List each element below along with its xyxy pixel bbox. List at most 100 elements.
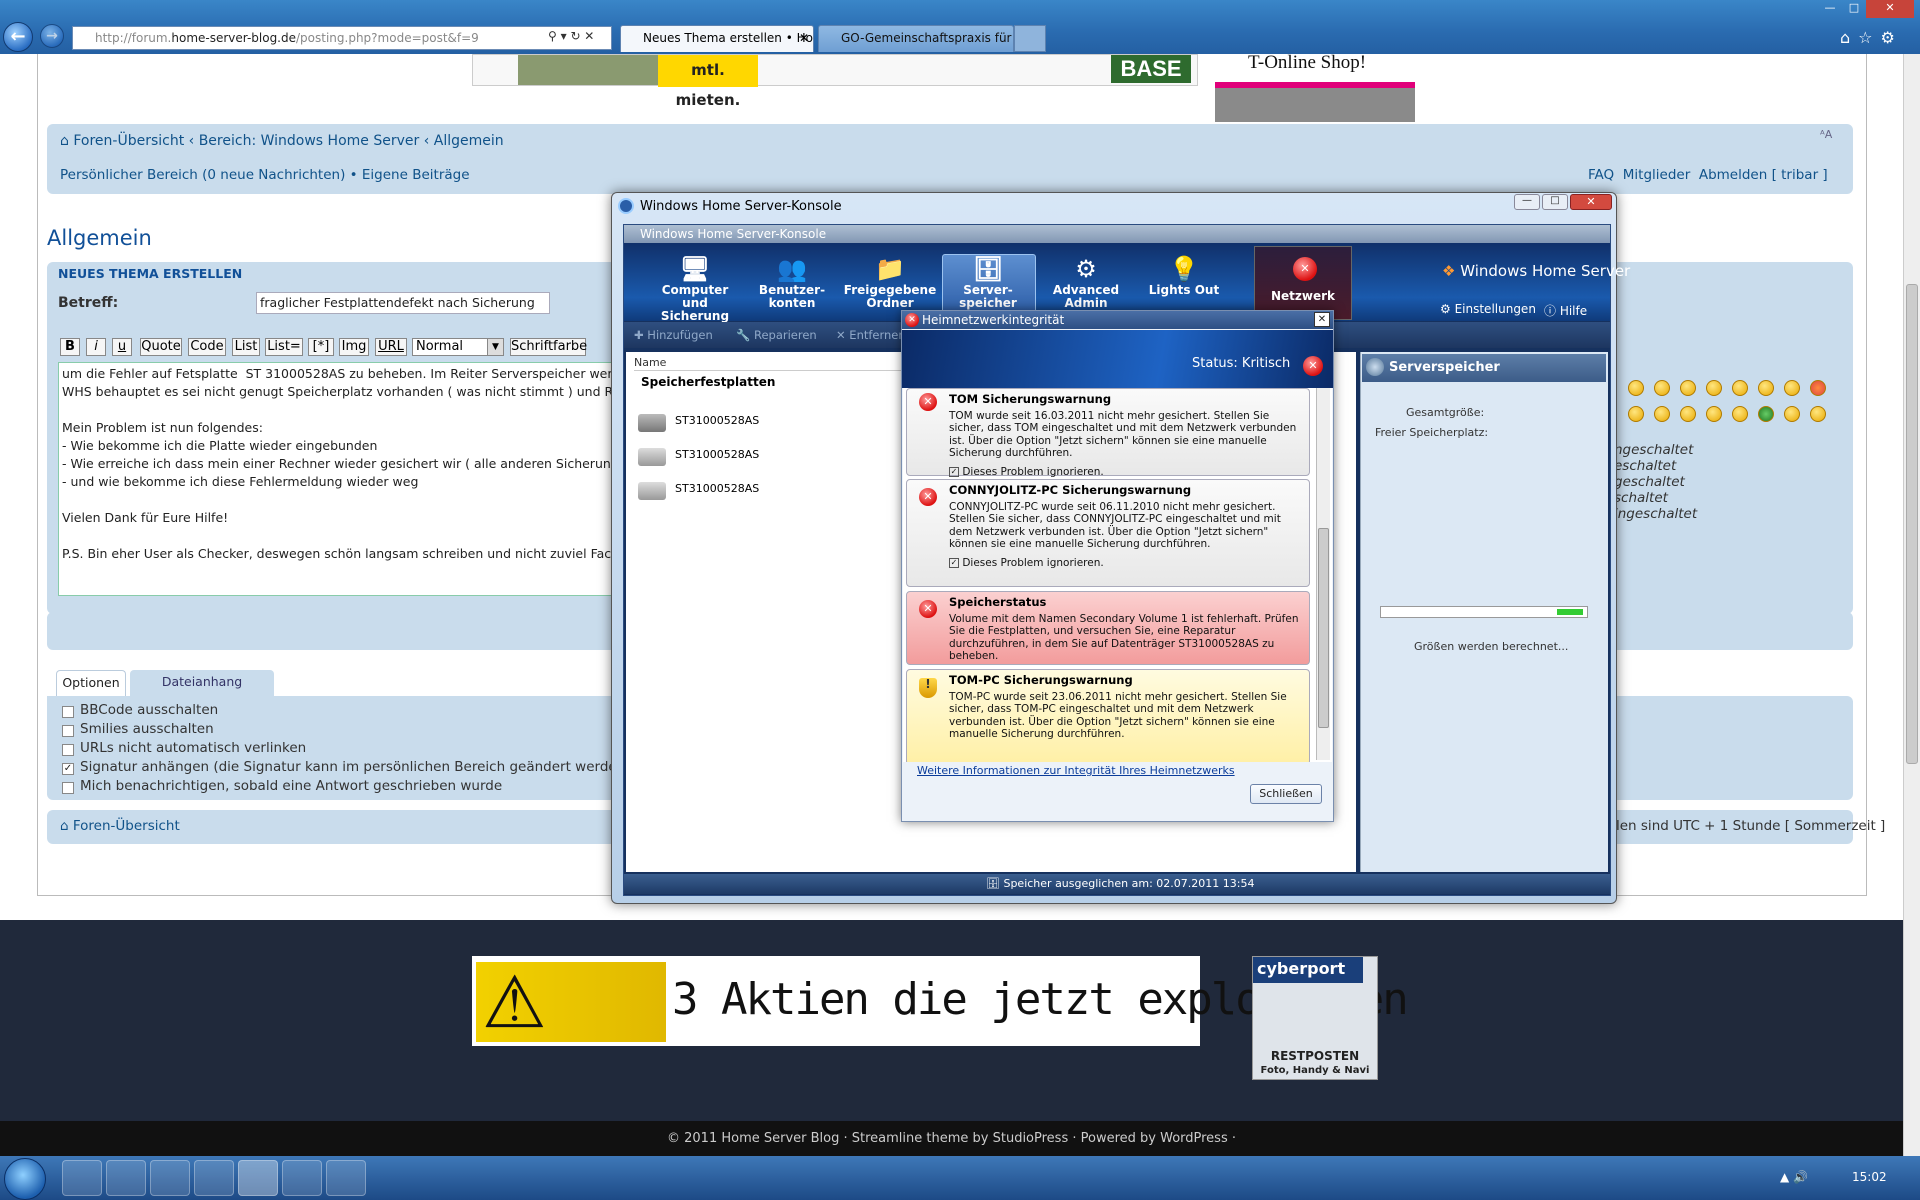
ignore-checkbox[interactable]: ✓ <box>949 466 959 477</box>
font-size-select[interactable]: Normal ▼ <box>412 338 504 356</box>
breadcrumb-area[interactable]: Bereich: Windows Home Server <box>199 133 420 149</box>
forward-button[interactable]: → <box>40 24 64 48</box>
ignore-checkbox[interactable]: ✓ <box>949 557 959 568</box>
dialog-close-icon[interactable]: ✕ <box>1314 312 1330 327</box>
address-bar[interactable]: http://forum.home-server-blog.de/posting… <box>72 26 612 50</box>
smiley-icon[interactable] <box>1654 406 1670 422</box>
signature-checkbox[interactable]: ✓ <box>62 763 74 775</box>
smiley-icon[interactable] <box>1706 406 1722 422</box>
tab-options[interactable]: Optionen <box>56 670 126 696</box>
breadcrumb-forum[interactable]: Allgemein <box>434 133 504 149</box>
breadcrumb-home[interactable]: Foren-Übersicht <box>73 133 184 149</box>
smilies-off-checkbox[interactable] <box>62 725 74 737</box>
subject-input[interactable]: fraglicher Festplattendefekt nach Sicher… <box>256 292 550 314</box>
help-link[interactable]: ⓘ Hilfe <box>1544 302 1587 319</box>
personal-area-link[interactable]: Persönlicher Bereich (0 neue Nachrichten… <box>60 167 345 183</box>
smiley-icon[interactable] <box>1810 406 1826 422</box>
top-ad[interactable]: mtl. mieten. BASE <box>472 54 1198 109</box>
img-button[interactable]: Img <box>339 338 369 356</box>
smiley-icon[interactable] <box>1784 406 1800 422</box>
home-star-gear-icons[interactable]: ⌂☆⚙ <box>1840 28 1903 47</box>
page-scrollbar[interactable] <box>1903 54 1920 1156</box>
more-info-link[interactable]: Weitere Informationen zur Integrität Ihr… <box>917 764 1235 777</box>
whs-close-button[interactable]: ✕ <box>1570 194 1612 210</box>
ribbon-lightsout[interactable]: 💡 Lights Out <box>1136 254 1232 318</box>
list-header-name[interactable]: Name <box>634 356 666 369</box>
cyberport-ad[interactable]: cyberport RESTPOSTEN Foto, Handy & Navi <box>1252 956 1378 1080</box>
taskbar-app[interactable] <box>194 1160 234 1196</box>
remove-action[interactable]: ✕ Entfernen <box>836 328 906 342</box>
whs-min-button[interactable]: — <box>1514 194 1540 210</box>
list-item-button[interactable]: [*] <box>308 338 334 356</box>
tray-icons[interactable]: ▲ 🔊 <box>1780 1170 1808 1184</box>
drive-item[interactable]: ST31000528AS <box>675 448 759 461</box>
faq-link[interactable]: FAQ <box>1588 167 1614 183</box>
notify-checkbox[interactable] <box>62 782 74 794</box>
close-window-button[interactable]: ✕ <box>1866 0 1914 18</box>
taskbar-explorer[interactable] <box>62 1160 102 1196</box>
back-button[interactable]: ← <box>3 22 33 52</box>
tab-go-praxis[interactable]: GO-Gemeinschaftspraxis für O... <box>818 25 1014 52</box>
smiley-icon[interactable] <box>1732 406 1748 422</box>
underline-button[interactable]: u <box>112 338 132 356</box>
ignore-option[interactable]: ✓ Dieses Problem ignorieren. <box>949 466 1303 479</box>
settings-link[interactable]: ⚙ Einstellungen <box>1440 302 1536 316</box>
smiley-icon[interactable] <box>1680 380 1696 396</box>
footer-home-link[interactable]: ⌂ Foren-Übersicht <box>60 818 180 834</box>
tab-attachment[interactable]: Dateianhang hochladen <box>130 670 274 713</box>
smiley-icon[interactable] <box>1758 380 1774 396</box>
urls-off-checkbox[interactable] <box>62 744 74 756</box>
font-color-button[interactable]: Schriftfarbe <box>510 338 587 356</box>
smiley-icon[interactable] <box>1732 380 1748 396</box>
bold-button[interactable]: B <box>60 338 80 356</box>
smiley-icon[interactable] <box>1810 380 1826 396</box>
drive-item[interactable]: ST31000528AS <box>675 482 759 495</box>
clock[interactable]: 15:02 <box>1852 1170 1887 1184</box>
ribbon-computers[interactable]: 🖥 Computer und Sicherung <box>647 254 743 323</box>
taskbar-notepad[interactable] <box>282 1160 322 1196</box>
smiley-icon[interactable] <box>1628 406 1644 422</box>
ribbon-admin[interactable]: ⚙Advanced Admin Konsole <box>1038 254 1134 323</box>
minimize-button[interactable]: — <box>1818 0 1842 18</box>
ribbon-users[interactable]: 👥 Benutzer-konten <box>744 254 840 318</box>
tonline-ad-text[interactable]: T-Online Shop! <box>1248 52 1366 74</box>
ribbon-folders[interactable]: 📁 Freigegebene Ordner <box>842 254 938 318</box>
smiley-icon[interactable] <box>1680 406 1696 422</box>
drive-item[interactable]: ST31000528AS <box>675 414 759 427</box>
smiley-icon[interactable] <box>1784 380 1800 396</box>
smiley-icon[interactable] <box>1758 406 1774 422</box>
font-resize[interactable]: ᴬA <box>1820 128 1832 141</box>
whs-max-button[interactable]: □ <box>1542 194 1568 210</box>
quote-button[interactable]: Quote <box>140 338 182 356</box>
maximize-button[interactable]: □ <box>1842 0 1866 18</box>
members-link[interactable]: Mitglieder <box>1623 167 1691 183</box>
taskbar-whs[interactable] <box>238 1160 278 1196</box>
url-button[interactable]: URL <box>375 338 407 356</box>
smiley-icon[interactable] <box>1706 380 1722 396</box>
taskbar-ie[interactable] <box>106 1160 146 1196</box>
smiley-icon[interactable] <box>1628 380 1644 396</box>
start-button[interactable] <box>4 1158 46 1200</box>
smiley-icon[interactable] <box>1654 380 1670 396</box>
dialog-scrollbar[interactable] <box>1316 388 1330 760</box>
italic-button[interactable]: i <box>86 338 106 356</box>
repair-action[interactable]: 🔧 Reparieren <box>736 328 817 342</box>
search-icon[interactable]: ⚲ ▾ ↻ ✕ <box>548 29 594 43</box>
add-action[interactable]: ✚ Hinzufügen <box>634 328 713 342</box>
logout-link[interactable]: Abmelden [ tribar ] <box>1699 167 1828 183</box>
message-textarea[interactable]: um die Fehler auf Fetsplatte ST 31000528… <box>58 362 618 596</box>
own-posts-link[interactable]: Eigene Beiträge <box>362 167 470 183</box>
ignore-option[interactable]: ✓ Dieses Problem ignorieren. <box>949 557 1303 570</box>
ribbon-network[interactable]: ✕ Netzwerk <box>1254 246 1352 320</box>
new-tab-button[interactable] <box>1014 25 1046 52</box>
banner-ad[interactable]: ⚠ 3 Aktien die jetzt explodieren <box>472 956 1409 1046</box>
ribbon-storage[interactable]: 🗄 Server-speicher <box>940 254 1036 318</box>
taskbar-outlook[interactable] <box>150 1160 190 1196</box>
taskbar-skype[interactable] <box>326 1160 366 1196</box>
bbcode-off-checkbox[interactable] <box>62 706 74 718</box>
code-button[interactable]: Code <box>188 338 226 356</box>
close-button[interactable]: Schließen <box>1250 784 1322 804</box>
tab-neues-thema[interactable]: Neues Thema erstellen • Ho... ✕ <box>620 25 814 52</box>
close-tab-icon[interactable]: ✕ <box>799 26 809 50</box>
list-button[interactable]: List <box>232 338 260 356</box>
